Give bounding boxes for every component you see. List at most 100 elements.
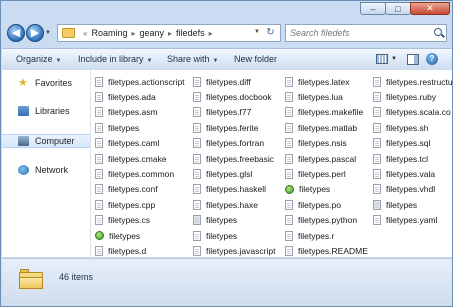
organize-label: Organize — [16, 54, 53, 64]
file-item[interactable]: filetypes.latex — [285, 74, 368, 89]
file-icon — [193, 184, 201, 195]
file-item[interactable]: filetypes.sh — [373, 120, 452, 135]
new-folder-button[interactable]: New folder — [234, 54, 277, 64]
search-icon[interactable] — [434, 28, 442, 36]
file-item[interactable]: filetypes.glsl — [193, 166, 275, 181]
search-input[interactable] — [290, 28, 430, 38]
file-item[interactable]: filetypes.lua — [285, 89, 368, 104]
file-name: filetypes — [108, 122, 140, 133]
file-item[interactable]: filetypes.fortran — [193, 136, 275, 151]
file-item[interactable]: filetypes.ruby — [373, 89, 452, 104]
file-item[interactable]: filetypes.haskell — [193, 182, 275, 197]
file-item[interactable]: filetypes.vala — [373, 166, 452, 181]
file-item[interactable]: filetypes.asm — [95, 105, 185, 120]
file-item[interactable]: filetypes.cpp — [95, 197, 185, 212]
file-item[interactable]: filetypes.cmake — [95, 151, 185, 166]
file-item[interactable]: filetypes.README — [285, 243, 368, 257]
file-name: filetypes — [206, 215, 238, 226]
chevron-right-icon[interactable]: « — [83, 29, 87, 38]
file-item[interactable]: filetypes.r — [285, 228, 368, 243]
file-item[interactable]: filetypes — [373, 197, 452, 212]
file-name: filetypes.po — [298, 199, 341, 210]
search-box[interactable] — [285, 24, 447, 42]
file-icon — [373, 153, 381, 164]
file-icon — [285, 230, 293, 241]
file-icon — [193, 245, 201, 256]
file-item[interactable]: filetypes.conf — [95, 182, 185, 197]
file-icon — [285, 153, 293, 164]
file-item[interactable]: filetypes — [285, 182, 368, 197]
file-item[interactable]: filetypes — [193, 213, 275, 228]
view-grid-icon — [376, 54, 388, 64]
nav-item-network[interactable]: Network — [2, 163, 90, 177]
breadcrumb-filedefs[interactable]: filedefs — [176, 28, 205, 38]
file-item[interactable]: filetypes.ferite — [193, 120, 275, 135]
chevron-right-icon[interactable]: ▸ — [209, 29, 213, 38]
minimize-button[interactable]: – — [360, 2, 386, 15]
include-in-library-button[interactable]: Include in library ▼ — [78, 54, 152, 64]
file-item[interactable]: filetypes.caml — [95, 136, 185, 151]
file-item[interactable]: filetypes.yaml — [373, 213, 452, 228]
refresh-icon[interactable]: ↻ — [264, 27, 277, 39]
preview-pane-button[interactable] — [407, 52, 419, 66]
file-item[interactable]: filetypes.d — [95, 243, 185, 257]
file-icon — [95, 107, 103, 118]
chevron-right-icon[interactable]: ▸ — [131, 29, 135, 38]
file-item[interactable]: filetypes.makefile — [285, 105, 368, 120]
breadcrumb-roaming[interactable]: Roaming — [91, 28, 127, 38]
file-icon — [95, 199, 103, 210]
nav-item-computer[interactable]: Computer — [2, 134, 90, 148]
address-bar[interactable]: « Roaming ▸ geany ▸ filedefs ▸ ▼ ↻ — [57, 24, 281, 42]
file-item[interactable]: filetypes.scala.co — [373, 105, 452, 120]
file-item[interactable]: filetypes.cs — [95, 213, 185, 228]
file-item[interactable]: filetypes — [193, 228, 275, 243]
file-item[interactable]: filetypes.haxe — [193, 197, 275, 212]
breadcrumb-geany[interactable]: geany — [140, 28, 165, 38]
share-with-button[interactable]: Share with ▼ — [167, 54, 218, 64]
nav-item-favorites[interactable]: ★ Favorites — [2, 76, 90, 90]
file-icon — [285, 215, 293, 226]
file-item[interactable]: filetypes.freebasic — [193, 151, 275, 166]
library-icon — [18, 106, 29, 116]
help-button[interactable]: ? — [426, 52, 438, 66]
file-item[interactable]: filetypes.ada — [95, 89, 185, 104]
nav-item-libraries[interactable]: Libraries — [2, 104, 90, 118]
close-button[interactable]: ✕ — [410, 2, 450, 15]
file-name: filetypes.README — [298, 245, 368, 256]
app-file-icon — [285, 184, 294, 194]
file-item[interactable]: filetypes.actionscript — [95, 74, 185, 89]
file-icon — [285, 92, 293, 103]
view-options-button[interactable]: ▼ — [376, 52, 397, 66]
file-name: filetypes.diff — [206, 76, 251, 87]
forward-button[interactable]: ▶ — [26, 24, 44, 42]
file-item[interactable]: filetypes.sql — [373, 136, 452, 151]
recent-pages-dropdown[interactable]: ▼ — [45, 30, 51, 36]
file-icon — [373, 76, 381, 87]
file-item[interactable]: filetypes — [95, 228, 185, 243]
file-name: filetypes.restructu — [386, 76, 452, 87]
file-item[interactable]: filetypes — [95, 120, 185, 135]
chevron-right-icon[interactable]: ▸ — [168, 29, 172, 38]
maximize-button[interactable]: □ — [385, 2, 411, 15]
back-button[interactable]: ◀ — [7, 24, 25, 42]
file-item[interactable]: filetypes.javascript — [193, 243, 275, 257]
file-item[interactable]: filetypes.diff — [193, 74, 275, 89]
file-item[interactable]: filetypes.restructu — [373, 74, 452, 89]
file-item[interactable]: filetypes.vhdl — [373, 182, 452, 197]
chevron-down-icon: ▼ — [55, 58, 62, 64]
navigation-pane: ★ Favorites Libraries Computer Network — [2, 70, 91, 257]
file-item[interactable]: filetypes.po — [285, 197, 368, 212]
file-item[interactable]: filetypes.perl — [285, 166, 368, 181]
back-arrow-icon: ◀ — [11, 27, 21, 39]
file-item[interactable]: filetypes.common — [95, 166, 185, 181]
file-name: filetypes.vala — [386, 169, 436, 180]
file-item[interactable]: filetypes.python — [285, 213, 368, 228]
file-item[interactable]: filetypes.docbook — [193, 89, 275, 104]
file-item[interactable]: filetypes.pascal — [285, 151, 368, 166]
file-item[interactable]: filetypes.tcl — [373, 151, 452, 166]
file-item[interactable]: filetypes.matlab — [285, 120, 368, 135]
address-dropdown-icon[interactable]: ▼ — [254, 29, 260, 35]
organize-button[interactable]: Organize ▼ — [16, 54, 61, 64]
file-item[interactable]: filetypes.nsis — [285, 136, 368, 151]
file-item[interactable]: filetypes.f77 — [193, 105, 275, 120]
